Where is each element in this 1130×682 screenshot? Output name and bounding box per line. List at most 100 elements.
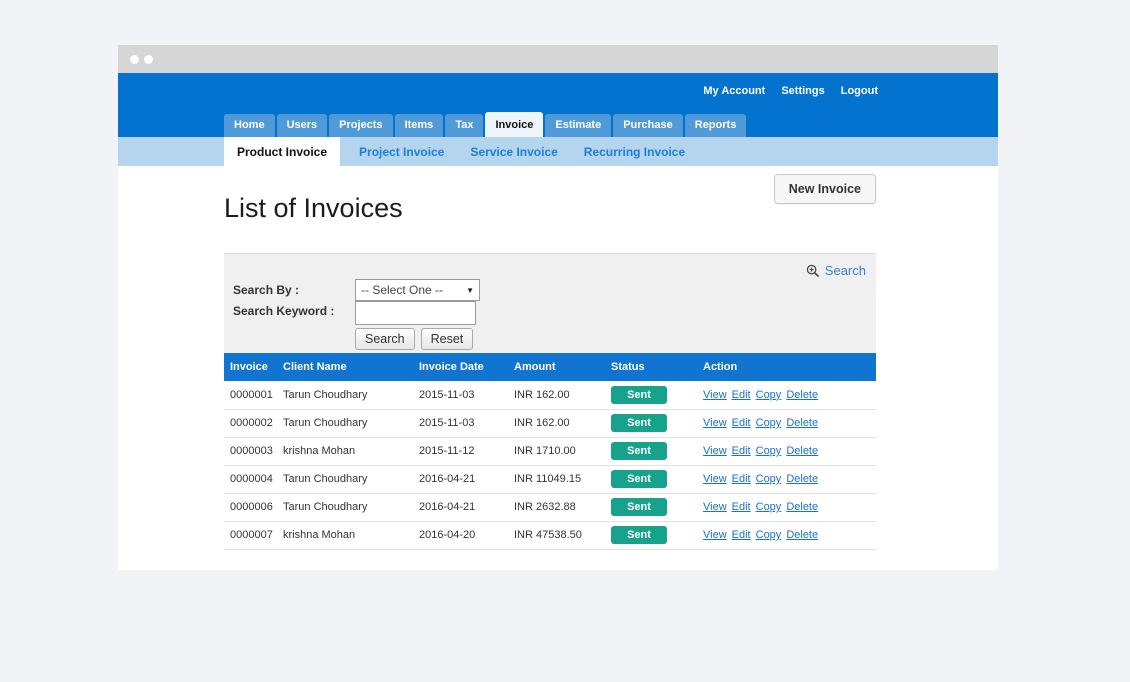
my-account-link[interactable]: My Account	[703, 85, 765, 97]
action-cell: View Edit Copy Delete	[697, 493, 876, 521]
search-button[interactable]: Search	[355, 328, 415, 350]
copy-link[interactable]: Copy	[756, 473, 782, 485]
tab-estimate[interactable]: Estimate	[545, 114, 611, 137]
invoice-date-cell: 2015-11-03	[413, 409, 508, 437]
table-row: 0000007 krishna Mohan 2016-04-20 INR 475…	[224, 521, 876, 549]
app-header: My Account Settings Logout HomeUsersProj…	[118, 73, 998, 137]
page-title: List of Invoices	[224, 193, 403, 224]
delete-link[interactable]: Delete	[786, 389, 818, 401]
tab-home[interactable]: Home	[224, 114, 275, 137]
status-badge: Sent	[611, 470, 667, 488]
client-name-cell: Tarun Choudhary	[277, 409, 413, 437]
search-panel-buttons: Search Reset	[355, 328, 473, 350]
status-badge: Sent	[611, 414, 667, 432]
view-link[interactable]: View	[703, 445, 727, 457]
copy-link[interactable]: Copy	[756, 417, 782, 429]
settings-link[interactable]: Settings	[781, 85, 824, 97]
view-link[interactable]: View	[703, 529, 727, 541]
subtab-product-invoice[interactable]: Product Invoice	[224, 137, 340, 166]
status-cell: Sent	[605, 521, 697, 549]
status-badge: Sent	[611, 386, 667, 404]
action-cell: View Edit Copy Delete	[697, 409, 876, 437]
main-nav: HomeUsersProjectsItemsTaxInvoiceEstimate…	[224, 112, 746, 137]
amount-cell: INR 47538.50	[508, 521, 605, 549]
copy-link[interactable]: Copy	[756, 445, 782, 457]
invoice-number-cell: 0000007	[224, 521, 277, 549]
amount-cell: INR 162.00	[508, 409, 605, 437]
delete-link[interactable]: Delete	[786, 445, 818, 457]
view-link[interactable]: View	[703, 501, 727, 513]
tab-projects[interactable]: Projects	[329, 114, 392, 137]
copy-link[interactable]: Copy	[756, 529, 782, 541]
tab-tax[interactable]: Tax	[445, 114, 483, 137]
view-link[interactable]: View	[703, 473, 727, 485]
status-cell: Sent	[605, 381, 697, 409]
table-row: 0000001 Tarun Choudhary 2015-11-03 INR 1…	[224, 381, 876, 409]
delete-link[interactable]: Delete	[786, 501, 818, 513]
window-control-dot[interactable]	[144, 55, 153, 64]
search-by-select[interactable]: -- Select One -- ▼	[355, 279, 480, 301]
invoice-table: InvoiceClient NameInvoice DateAmountStat…	[224, 353, 876, 550]
invoice-date-cell: 2016-04-20	[413, 521, 508, 549]
invoice-date-cell: 2016-04-21	[413, 493, 508, 521]
tab-items[interactable]: Items	[395, 114, 444, 137]
action-cell: View Edit Copy Delete	[697, 521, 876, 549]
edit-link[interactable]: Edit	[732, 473, 751, 485]
edit-link[interactable]: Edit	[732, 529, 751, 541]
status-badge: Sent	[611, 498, 667, 516]
tab-reports[interactable]: Reports	[685, 114, 747, 137]
edit-link[interactable]: Edit	[732, 417, 751, 429]
invoice-number-cell: 0000003	[224, 437, 277, 465]
invoice-date-cell: 2015-11-12	[413, 437, 508, 465]
copy-link[interactable]: Copy	[756, 501, 782, 513]
edit-link[interactable]: Edit	[732, 389, 751, 401]
client-name-cell: Tarun Choudhary	[277, 465, 413, 493]
tab-purchase[interactable]: Purchase	[613, 114, 683, 137]
column-header-action: Action	[697, 353, 876, 381]
table-row: 0000002 Tarun Choudhary 2015-11-03 INR 1…	[224, 409, 876, 437]
tab-invoice[interactable]: Invoice	[485, 112, 543, 137]
reset-button[interactable]: Reset	[421, 328, 474, 350]
subtab-service-invoice[interactable]: Service Invoice	[461, 137, 566, 166]
client-name-cell: Tarun Choudhary	[277, 381, 413, 409]
edit-link[interactable]: Edit	[732, 445, 751, 457]
subtab-project-invoice[interactable]: Project Invoice	[350, 137, 453, 166]
edit-link[interactable]: Edit	[732, 501, 751, 513]
table-row: 0000004 Tarun Choudhary 2016-04-21 INR 1…	[224, 465, 876, 493]
column-header-client-name: Client Name	[277, 353, 413, 381]
search-by-label: Search By :	[233, 283, 299, 297]
select-value: -- Select One --	[361, 283, 443, 297]
column-header-status: Status	[605, 353, 697, 381]
table-header-row: InvoiceClient NameInvoice DateAmountStat…	[224, 353, 876, 381]
logout-link[interactable]: Logout	[841, 85, 878, 97]
search-toggle[interactable]: Search	[806, 263, 866, 278]
search-keyword-input[interactable]	[355, 301, 476, 325]
action-cell: View Edit Copy Delete	[697, 465, 876, 493]
table-row: 0000003 krishna Mohan 2015-11-12 INR 171…	[224, 437, 876, 465]
search-toggle-label: Search	[825, 263, 866, 278]
action-cell: View Edit Copy Delete	[697, 437, 876, 465]
view-link[interactable]: View	[703, 389, 727, 401]
tab-users[interactable]: Users	[277, 114, 328, 137]
status-cell: Sent	[605, 493, 697, 521]
subtab-recurring-invoice[interactable]: Recurring Invoice	[575, 137, 694, 166]
action-cell: View Edit Copy Delete	[697, 381, 876, 409]
status-cell: Sent	[605, 465, 697, 493]
column-header-invoice-date: Invoice Date	[413, 353, 508, 381]
status-cell: Sent	[605, 409, 697, 437]
invoice-date-cell: 2016-04-21	[413, 465, 508, 493]
amount-cell: INR 1710.00	[508, 437, 605, 465]
view-link[interactable]: View	[703, 417, 727, 429]
column-header-invoice: Invoice	[224, 353, 277, 381]
delete-link[interactable]: Delete	[786, 473, 818, 485]
table-row: 0000006 Tarun Choudhary 2016-04-21 INR 2…	[224, 493, 876, 521]
delete-link[interactable]: Delete	[786, 417, 818, 429]
new-invoice-button[interactable]: New Invoice	[774, 174, 876, 204]
invoice-date-cell: 2015-11-03	[413, 381, 508, 409]
window-titlebar	[118, 45, 998, 73]
delete-link[interactable]: Delete	[786, 529, 818, 541]
status-cell: Sent	[605, 437, 697, 465]
account-links: My Account Settings Logout	[703, 85, 878, 97]
copy-link[interactable]: Copy	[756, 389, 782, 401]
window-control-dot[interactable]	[130, 55, 139, 64]
